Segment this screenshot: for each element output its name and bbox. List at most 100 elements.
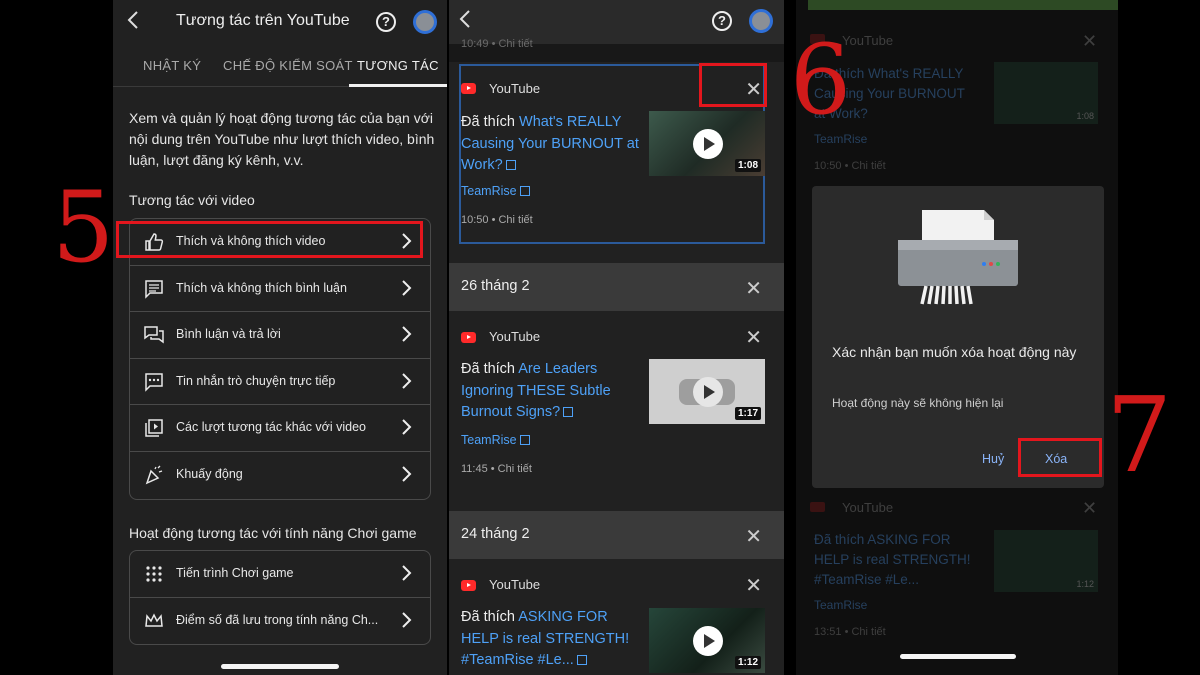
back-arrow-icon[interactable] xyxy=(127,10,147,34)
cancel-button[interactable]: Huỷ xyxy=(982,452,1004,466)
youtube-logo-icon xyxy=(461,332,476,343)
delete-icon: ✕ xyxy=(1082,498,1098,518)
external-link-icon xyxy=(563,407,574,417)
video-thumbnail[interactable]: 1:17 xyxy=(649,359,765,424)
video-duration: 1:08 xyxy=(734,159,761,172)
channel-name: TeamRise xyxy=(461,433,517,447)
activity-title: Đã thích ASKING FOR HELP is real STRENGT… xyxy=(461,607,639,672)
list-item-label: Tin nhắn trò chuyện trực tiếp xyxy=(176,373,336,388)
play-icon xyxy=(693,626,723,656)
list-item-label: Khuấy động xyxy=(176,466,243,481)
video-duration: 1:17 xyxy=(734,407,761,420)
activity-prefix: Đã thích xyxy=(461,609,519,625)
delete-icon: ✕ xyxy=(1082,31,1098,51)
play-icon xyxy=(693,129,723,159)
video-duration: 1:08 xyxy=(1076,111,1094,121)
list-item-saved-scores[interactable]: Điểm số đã lưu trong tính năng Ch... xyxy=(130,598,430,645)
video-thumbnail[interactable]: 1:08 xyxy=(649,111,765,176)
avatar[interactable] xyxy=(413,10,437,34)
external-link-icon xyxy=(519,186,530,196)
list-item-gaming-progress[interactable]: Tiến trình Chơi game xyxy=(130,551,430,598)
youtube-logo-icon xyxy=(461,83,476,94)
youtube-logo-icon xyxy=(461,580,476,591)
top-bar: Tương tác trên YouTube ? xyxy=(113,0,447,44)
comment-icon xyxy=(145,279,163,299)
activity-title: Đã thích Are Leaders Ignoring THESE Subt… xyxy=(461,359,639,424)
play-icon xyxy=(693,377,723,407)
home-indicator xyxy=(900,654,1016,659)
youtube-logo-icon xyxy=(810,502,825,512)
delete-day-icon[interactable]: ✕ xyxy=(745,524,762,549)
chevron-right-icon xyxy=(402,466,412,482)
step-number-6: 6 xyxy=(790,24,852,136)
list-item-hype[interactable]: Khuấy động xyxy=(130,452,430,499)
tab-engagement[interactable]: TƯƠNG TÁC xyxy=(357,58,439,73)
progress-strip xyxy=(808,0,1118,10)
progress-dots-icon xyxy=(146,566,162,582)
list-item-comments-replies[interactable]: Bình luận và trả lời xyxy=(130,312,430,359)
date-header: 26 tháng 2 ✕ xyxy=(449,263,784,311)
activity-prefix: Đã thích xyxy=(461,361,519,377)
activity-time: 11:45 • Chi tiết xyxy=(461,463,532,475)
tab-history[interactable]: NHẬT KÝ xyxy=(143,58,201,73)
video-library-icon xyxy=(145,419,163,438)
highlight-box-step5 xyxy=(116,221,423,258)
gaming-engagement-heading: Hoạt động tương tác với tính năng Chơi g… xyxy=(129,525,417,541)
tab-bar: NHẬT KÝ CHẾ ĐỘ KIỂM SOÁT TƯƠNG TÁC xyxy=(113,44,447,87)
delete-day-icon[interactable]: ✕ xyxy=(745,276,762,301)
date-label: 24 tháng 2 xyxy=(461,526,530,542)
shredder-icon xyxy=(898,210,1018,305)
delete-icon[interactable]: ✕ xyxy=(745,576,762,596)
help-icon[interactable]: ? xyxy=(376,12,396,32)
party-icon xyxy=(145,465,163,485)
chevron-right-icon xyxy=(402,419,412,436)
channel-link[interactable]: TeamRise xyxy=(461,433,530,447)
activity-title: Đã thích ASKING FOR HELP is real STRENGT… xyxy=(814,532,971,587)
list-item-label: Các lượt tương tác khác với video xyxy=(176,420,367,435)
date-label: 26 tháng 2 xyxy=(461,278,530,294)
source-name: YouTube xyxy=(489,577,541,592)
list-item-label: Điểm số đã lưu trong tính năng Ch... xyxy=(176,612,379,627)
video-engagement-list: Thích và không thích video Thích và khôn… xyxy=(129,218,431,500)
activity-card: YouTube ✕ Đã thích Are Leaders Ignoring … xyxy=(449,311,784,511)
list-item-other-interactions[interactable]: Các lượt tương tác khác với video xyxy=(130,405,430,452)
activity-title: Đã thích What's REALLY Causing Your BURN… xyxy=(461,112,639,177)
external-link-icon xyxy=(505,160,516,170)
activity-time: 10:50 • Chi tiết xyxy=(814,160,886,172)
crown-icon xyxy=(145,612,163,627)
chevron-right-icon xyxy=(402,373,412,389)
dialog-body: Hoạt động này sẽ không hiện lại xyxy=(832,396,1004,410)
forum-icon xyxy=(144,326,164,344)
list-item-comment-likes[interactable]: Thích và không thích bình luận xyxy=(130,266,430,313)
video-thumbnail[interactable]: 1:12 xyxy=(649,608,765,673)
engagement-settings-screen: Tương tác trên YouTube ? NHẬT KÝ CHẾ ĐỘ … xyxy=(113,0,447,675)
help-icon[interactable]: ? xyxy=(712,11,732,31)
highlight-box-step6 xyxy=(699,63,767,107)
back-arrow-icon[interactable] xyxy=(459,8,471,36)
video-engagement-heading: Tương tác với video xyxy=(129,192,255,208)
tutorial-stage: Tương tác trên YouTube ? NHẬT KÝ CHẾ ĐỘ … xyxy=(0,0,1200,675)
channel-link[interactable]: TeamRise xyxy=(461,184,530,198)
list-item-live-chat[interactable]: Tin nhắn trò chuyện trực tiếp xyxy=(130,359,430,406)
external-link-icon xyxy=(519,435,530,445)
date-header: 24 tháng 2 ✕ xyxy=(449,511,784,559)
source-name: YouTube xyxy=(489,81,541,96)
home-indicator xyxy=(221,664,339,669)
activity-time: 13:51 • Chi tiết xyxy=(814,626,886,638)
tab-controls[interactable]: CHẾ ĐỘ KIỂM SOÁT xyxy=(223,58,353,73)
page-title: Tương tác trên YouTube xyxy=(176,12,350,29)
step-number-7: 7 xyxy=(1106,374,1173,496)
list-item-label: Bình luận và trả lời xyxy=(176,327,281,342)
section-description: Xem và quản lý hoạt động tương tác của b… xyxy=(129,110,435,168)
video-duration: 1:12 xyxy=(1076,579,1094,589)
activity-card: YouTube ✕ Đã thích ASKING FOR HELP is re… xyxy=(449,559,784,675)
chevron-right-icon xyxy=(402,565,412,581)
video-duration: 1:12 xyxy=(734,656,761,669)
delete-icon[interactable]: ✕ xyxy=(745,328,762,348)
external-link-icon xyxy=(576,655,587,665)
avatar[interactable] xyxy=(749,9,773,33)
list-item-label: Tiến trình Chơi game xyxy=(176,566,294,580)
chevron-right-icon xyxy=(402,279,412,296)
channel-link: TeamRise xyxy=(814,598,868,612)
activity-time: 10:50 • Chi tiết xyxy=(461,214,533,226)
